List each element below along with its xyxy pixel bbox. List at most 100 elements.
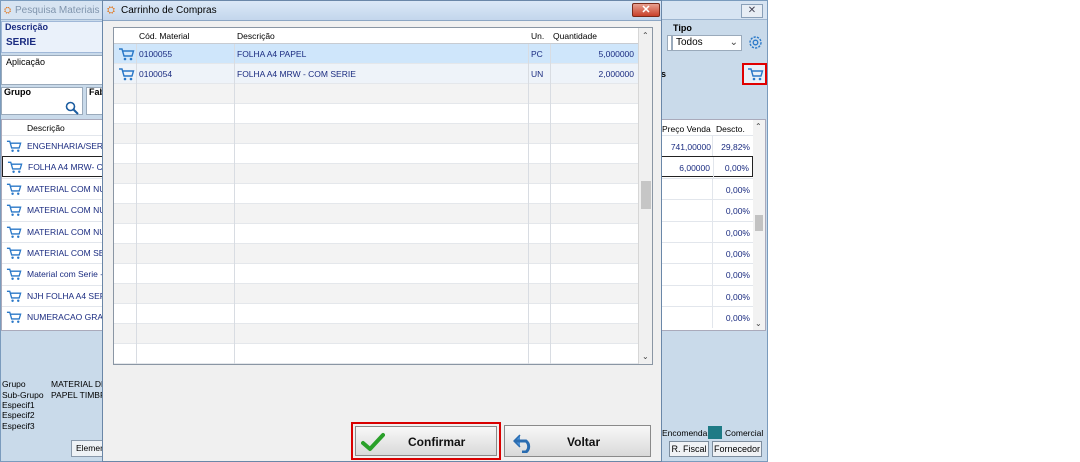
cart-grid: 0100055 FOLHA A4 PAPEL PC 5,000000 0100054 FO… [113, 27, 653, 365]
list-item-label: MATERIAL COM NUM [27, 226, 104, 237]
list-item-label: FOLHA A4 MRW- CO [28, 162, 104, 173]
cart-dialog-close-button[interactable]: ✕ [632, 3, 660, 17]
list-item[interactable]: 0,00% [658, 284, 753, 307]
legend-encomenda: Encomenda [662, 428, 708, 438]
list-item[interactable]: 0,00% [658, 242, 753, 264]
list-item-label: NUMERACAO GRADE [27, 312, 104, 323]
elementos-button[interactable]: Elemen [71, 440, 104, 457]
list-item[interactable]: 0,00% [658, 199, 753, 222]
column-divider [136, 28, 137, 364]
list-item[interactable]: FOLHA A4 MRW- CO [2, 156, 104, 178]
desconto-cell: 0,00% [725, 291, 750, 302]
shopping-cart-icon[interactable] [6, 226, 22, 239]
info-especif1: Especif1 [2, 400, 35, 410]
descricao-label: Descrição [5, 22, 49, 32]
gear-icon[interactable] [747, 34, 764, 51]
cell-codigo: 0100055 [139, 49, 173, 59]
cell-descricao: FOLHA A4 MRW - COM SERIE [237, 69, 356, 79]
shopping-cart-icon[interactable] [6, 268, 22, 281]
chevron-down-icon[interactable]: ⌄ [642, 352, 649, 361]
confirmar-button[interactable]: Confirmar [351, 422, 501, 460]
shopping-cart-icon[interactable] [6, 183, 22, 196]
grupo-label: Grupo [4, 87, 31, 97]
column-divider [713, 157, 714, 179]
legend-comercial-swatch [708, 426, 722, 439]
desconto-cell: 0,00% [725, 313, 750, 324]
list-item[interactable]: 0,00% [658, 177, 753, 200]
list-item[interactable]: NJH FOLHA A4 SERIE [2, 284, 103, 306]
list-item[interactable]: MATERIAL COM NUM [2, 199, 103, 220]
list-item[interactable]: 0,00% [658, 306, 753, 329]
cart-row[interactable]: 0100054 FOLHA A4 MRW - COM SERIE UN 2,00000… [114, 64, 638, 84]
column-header-unidade: Un. [531, 31, 545, 41]
rfiscal-button[interactable]: R. Fiscal [669, 441, 709, 457]
shopping-cart-icon[interactable] [6, 290, 22, 303]
app-icon: ⛭ [4, 5, 12, 15]
tipo-select[interactable]: Todos ⌄ [672, 35, 742, 51]
list-item[interactable]: 6,00000 0,00% [658, 156, 753, 179]
chevron-up-icon[interactable]: ⌃ [755, 122, 762, 131]
empty-row [114, 344, 638, 364]
scrollbar-thumb[interactable] [641, 181, 651, 209]
list-item[interactable]: 0,00% [658, 263, 753, 286]
shopping-cart-icon[interactable] [118, 68, 135, 81]
legend-comercial: Comercial [725, 428, 764, 438]
materials-close-button[interactable]: ✕ [741, 4, 763, 18]
column-divider [234, 28, 235, 364]
shopping-cart-icon[interactable] [6, 311, 22, 324]
list-item[interactable]: Material com Serie - I [2, 263, 104, 284]
cart-dialog-title: Carrinho de Compras [121, 5, 217, 16]
desconto-cell: 0,00% [725, 206, 750, 217]
search-icon[interactable] [65, 101, 79, 115]
checkmark-icon [361, 433, 385, 451]
list-item[interactable]: MATERIAL COM SER [2, 242, 103, 263]
tipo-select-value: Todos [676, 37, 703, 48]
empty-row [114, 124, 638, 144]
empty-row [114, 284, 638, 304]
scrollbar-thumb[interactable] [755, 215, 763, 231]
fornecedor-button[interactable]: Fornecedor [712, 441, 762, 457]
cart-dialog-titlebar: ⛭ Carrinho de Compras ✕ [103, 1, 661, 21]
shopping-cart-icon [748, 68, 764, 81]
list-item-label: Material com Serie - I [27, 269, 104, 280]
column-divider [712, 264, 713, 286]
list-item[interactable]: 741,00000 29,82% [658, 135, 753, 157]
descricao-value: SERIE [6, 37, 37, 48]
chevron-down-icon[interactable]: ⌄ [755, 319, 762, 328]
list-item-label: MATERIAL COM NUM [27, 183, 104, 194]
list-item[interactable]: NUMERACAO GRADE [2, 306, 104, 327]
confirmar-button-face[interactable]: Confirmar [355, 426, 497, 456]
list-item[interactable]: ENGENHARIA/SERIE [2, 135, 104, 156]
voltar-button[interactable]: Voltar [504, 425, 651, 457]
info-grupo-label: Grupo [2, 379, 26, 389]
shopping-cart-icon[interactable] [6, 247, 22, 260]
desconto-cell: 0,00% [724, 163, 749, 174]
desconto-cell: 0,00% [725, 227, 750, 238]
empty-row [114, 324, 638, 344]
shopping-cart-icon[interactable] [6, 140, 22, 153]
list-item[interactable]: MATERIAL COM NUM [2, 220, 104, 242]
cart-row[interactable]: 0100055 FOLHA A4 PAPEL PC 5,000000 [114, 44, 638, 64]
shopping-cart-button[interactable] [742, 63, 767, 85]
list-scrollbar[interactable]: ⌃ ⌄ [753, 120, 765, 330]
shopping-cart-icon[interactable] [118, 48, 135, 61]
cell-unidade: PC [531, 49, 543, 59]
cell-codigo: 0100054 [139, 69, 173, 79]
column-divider [712, 200, 713, 222]
cell-quantidade: 5,000000 [598, 49, 634, 59]
chevron-up-icon[interactable]: ⌃ [642, 31, 649, 40]
desconto-cell: 0,00% [725, 270, 750, 281]
info-grupo-value: MATERIAL DE [51, 379, 107, 389]
shopping-cart-icon[interactable] [6, 204, 22, 217]
column-header-desconto: Descto. [716, 124, 745, 134]
column-divider [712, 285, 713, 307]
chevron-down-icon: ⌄ [729, 37, 738, 48]
list-item[interactable]: MATERIAL COM NUM [2, 177, 104, 199]
desconto-cell: 0,00% [725, 249, 750, 259]
list-item[interactable]: 0,00% [658, 220, 753, 243]
materials-window-title: Pesquisa Materiais [15, 5, 100, 16]
info-especif2: Especif2 [2, 410, 35, 420]
list-item-label: ENGENHARIA/SERIE [27, 141, 104, 151]
cart-grid-scrollbar[interactable]: ⌃ ⌄ [638, 28, 652, 364]
shopping-cart-icon[interactable] [7, 161, 23, 174]
